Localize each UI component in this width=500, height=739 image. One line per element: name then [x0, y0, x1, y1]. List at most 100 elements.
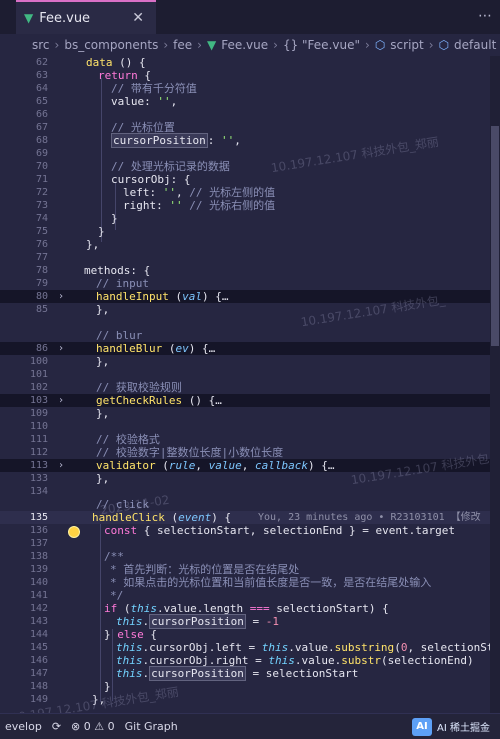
code-line[interactable]: 138 /** — [0, 550, 500, 563]
code-line[interactable]: 76}, — [0, 238, 500, 251]
line-number: 77 — [35, 252, 48, 263]
breadcrumb-src[interactable]: src — [32, 38, 50, 52]
line-number: 103 — [29, 395, 48, 406]
breadcrumb-file[interactable]: Fee.vue — [221, 38, 268, 52]
breadcrumb-fee[interactable]: fee — [173, 38, 192, 52]
breadcrumb-default[interactable]: default — [454, 38, 496, 52]
code-text: this. cursorPosition = -1 — [116, 614, 279, 629]
code-line[interactable]: 74} — [0, 212, 500, 225]
code-line[interactable]: 112 // 校验数字|整数位长度|小数位长度 — [0, 446, 500, 459]
code-line[interactable]: 133}, — [0, 472, 500, 485]
breadcrumb-object[interactable]: {} "Fee.vue" — [283, 38, 360, 52]
line-number: 67 — [35, 122, 48, 133]
code-line[interactable]: 144} else { — [0, 628, 500, 641]
code-line[interactable]: 75} — [0, 225, 500, 238]
code-line[interactable]: 110 — [0, 420, 500, 433]
folded-code-line[interactable]: 86 › handleBlur (ev) {… — [0, 342, 500, 355]
code-line[interactable]: 101 — [0, 368, 500, 381]
code-line[interactable]: // click — [0, 498, 500, 511]
code-line[interactable]: 69 — [0, 147, 500, 160]
code-line[interactable]: 66 — [0, 108, 500, 121]
code-line[interactable]: 137 — [0, 537, 500, 550]
sync-icon[interactable]: ⟳ — [52, 720, 61, 733]
code-comment: // 校验格式 — [96, 433, 160, 446]
code-line[interactable]: 77 — [0, 251, 500, 264]
code-line[interactable]: 68 cursorPosition: '', — [0, 133, 500, 148]
code-line[interactable] — [0, 316, 500, 329]
tab-fee-vue[interactable]: ▼ Fee.vue ✕ — [16, 0, 156, 34]
breadcrumb: src › bs_components › fee › ▼ Fee.vue › {} "… — [0, 34, 500, 56]
line-number: 102 — [29, 382, 48, 393]
code-text: handleBlur (ev) {… — [96, 342, 216, 355]
chevron-right-icon[interactable]: › — [58, 342, 64, 355]
line-number: 137 — [29, 538, 48, 549]
code-text: this. cursorPosition = selectionStart — [116, 666, 359, 681]
line-number: 135 — [29, 512, 48, 523]
scrollbar-thumb[interactable] — [491, 126, 499, 346]
line-number: 63 — [35, 70, 48, 81]
code-line[interactable]: 65 value: '', — [0, 95, 500, 108]
breadcrumb-script[interactable]: script — [390, 38, 423, 52]
code-comment: // 获取校验规则 — [96, 381, 182, 394]
code-line[interactable]: 109}, — [0, 407, 500, 420]
code-line[interactable]: 143 this. cursorPosition = -1 — [0, 614, 500, 629]
code-line[interactable]: 102 // 获取校验规则 — [0, 381, 500, 394]
lightbulb-icon[interactable] — [69, 527, 79, 537]
code-line[interactable]: 141 */ — [0, 589, 500, 602]
problems-count[interactable]: ⊗ 0 ⚠ 0 — [71, 720, 115, 733]
git-graph-button[interactable]: Git Graph — [125, 720, 178, 733]
breadcrumb-bs-components[interactable]: bs_components — [64, 38, 158, 52]
status-bar: evelop ⟳ ⊗ 0 ⚠ 0 Git Graph AI AI 稀土掘金 — [0, 713, 500, 739]
code-text: return { — [98, 69, 151, 82]
code-line[interactable]: 63 return { — [0, 69, 500, 82]
code-line[interactable]: 78 methods: { — [0, 264, 500, 277]
code-comment: // 校验数字|整数位长度|小数位长度 — [96, 446, 284, 459]
vertical-scrollbar[interactable] — [490, 56, 500, 713]
code-line[interactable]: 62 data () { — [0, 56, 500, 69]
code-line[interactable]: 149}, — [0, 693, 500, 706]
code-line[interactable]: 85}, — [0, 303, 500, 316]
code-line[interactable]: 134 — [0, 485, 500, 498]
code-line[interactable]: 70 // 处理光标记录的数据 — [0, 160, 500, 173]
close-tab-icon[interactable]: ✕ — [132, 10, 144, 26]
folded-code-line[interactable]: 80 › handleInput (val) {… — [0, 290, 500, 303]
code-line[interactable]: 140 * 如果点击的光标位置和当前值长度是否一致，是否在结尾处输入 — [0, 576, 500, 589]
editor-actions[interactable]: ⋯ — [478, 8, 492, 24]
line-number: 139 — [29, 564, 48, 575]
current-code-line[interactable]: 135 handleClick (event) {You, 23 minutes … — [0, 511, 500, 524]
line-number: 143 — [29, 616, 48, 627]
code-line[interactable]: 64 // 带有千分符值 — [0, 82, 500, 95]
code-line[interactable]: 145 this.cursorObj.left = this.value.subs… — [0, 641, 500, 654]
code-editor[interactable]: 62 data () { 63 return { 64 // 带有千分符值 65 val… — [0, 56, 500, 725]
chevron-right-icon[interactable]: › — [58, 394, 64, 407]
code-line[interactable]: 73 right: '' // 光标右侧的值 — [0, 199, 500, 212]
code-line[interactable]: 67// 光标位置 — [0, 121, 500, 134]
code-text: this.cursorObj.left = this.value.substri… — [116, 641, 500, 654]
code-text: }, — [92, 693, 106, 706]
code-line[interactable]: 147 this. cursorPosition = selectionStart — [0, 666, 500, 681]
code-comment: // click — [96, 498, 149, 511]
line-number: 70 — [35, 161, 48, 172]
code-text: }, — [96, 472, 110, 485]
code-line[interactable]: 146 this.cursorObj.right = this.value.sub… — [0, 654, 500, 667]
branch-name[interactable]: evelop — [5, 720, 42, 733]
code-comment: * 如果点击的光标位置和当前值长度是否一致，是否在结尾处输入 — [110, 576, 432, 589]
code-line[interactable]: 72 left: '', // 光标左侧的值 — [0, 186, 500, 199]
code-line[interactable]: // blur — [0, 329, 500, 342]
code-line[interactable]: 139 * 首先判断：光标的位置是否在结尾处 — [0, 563, 500, 576]
vscode-window: ▼ Fee.vue ✕ ⋯ src › bs_components › fee › ▼… — [0, 0, 500, 739]
code-line[interactable]: 148} — [0, 680, 500, 693]
code-line[interactable]: 79 // input — [0, 277, 500, 290]
folded-code-line[interactable]: 113 › validator (rule, value, callback) {… — [0, 459, 500, 472]
line-number: 144 — [29, 629, 48, 640]
folded-code-line[interactable]: 103 › getCheckRules () {… — [0, 394, 500, 407]
code-line[interactable]: 71 cursorObj: { — [0, 173, 500, 186]
code-line[interactable]: 100}, — [0, 355, 500, 368]
line-number: 80 — [35, 291, 48, 302]
code-text: handleClick (event) { — [92, 511, 232, 524]
chevron-right-icon[interactable]: › — [58, 290, 64, 303]
code-line[interactable]: 142 if (this.value.length === selectionSt… — [0, 602, 500, 615]
chevron-right-icon[interactable]: › — [58, 459, 64, 472]
code-line[interactable]: 111 // 校验格式 — [0, 433, 500, 446]
cube-icon: ⬡ — [438, 38, 450, 52]
